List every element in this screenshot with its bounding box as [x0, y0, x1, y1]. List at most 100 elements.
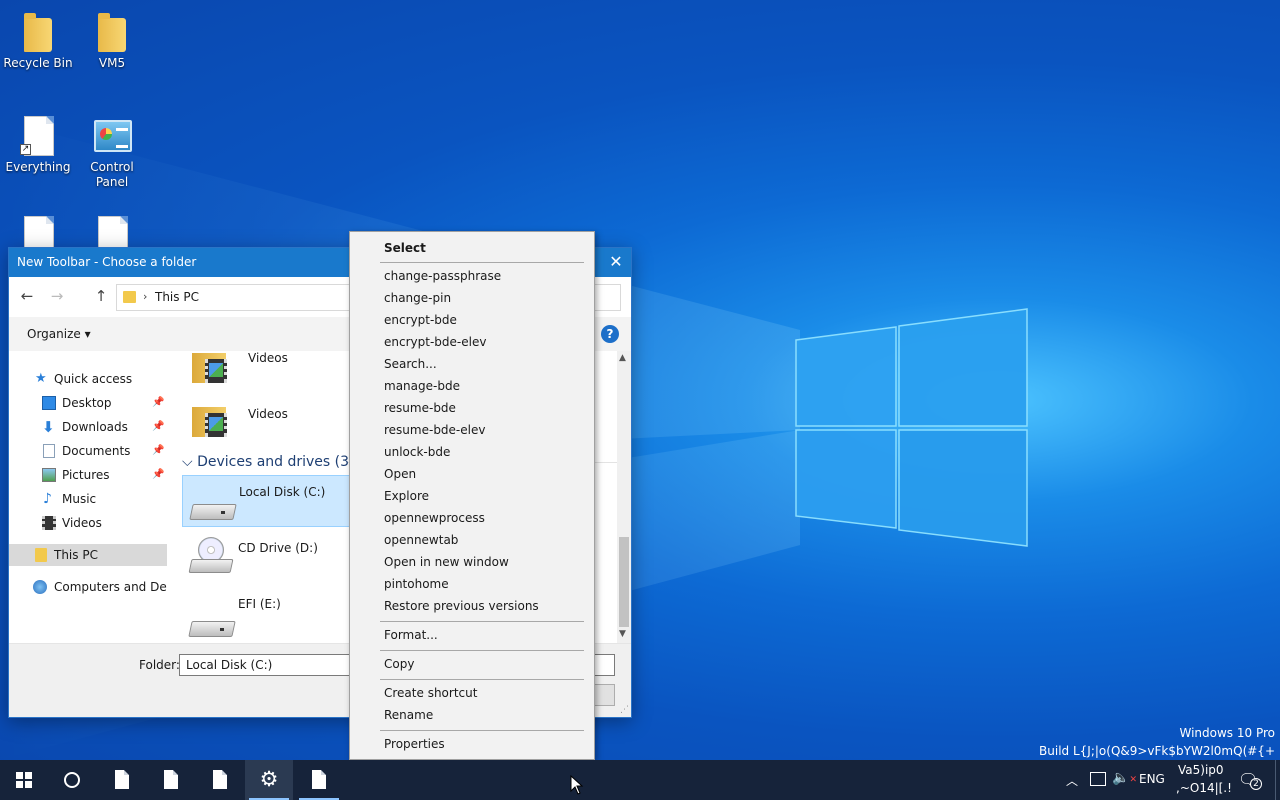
group-heading-devices[interactable]: ⌵ Devices and drives (3)	[182, 454, 355, 470]
folder-icon	[123, 291, 136, 303]
star-icon: ★	[35, 371, 47, 386]
nav-item-label: Downloads	[62, 420, 128, 434]
menu-item[interactable]: resume-bde-elev	[384, 422, 485, 438]
close-button[interactable]: ✕	[601, 248, 631, 277]
action-center-button[interactable]: 🗨 2	[1238, 770, 1262, 790]
folder-item-label: Videos	[248, 351, 288, 365]
menu-item[interactable]: opennewprocess	[384, 510, 485, 526]
menu-item-select[interactable]: Select	[384, 240, 426, 256]
document-icon	[43, 444, 55, 458]
desktop-icon-label: Control Panel	[90, 160, 134, 189]
desktop-icon-everything[interactable]: ↗ Everything	[0, 114, 76, 175]
desktop-icon-vm5[interactable]: VM5	[74, 10, 150, 71]
menu-item[interactable]: encrypt-bde-elev	[384, 334, 486, 350]
menu-item[interactable]: change-passphrase	[384, 268, 501, 284]
nav-item-documents[interactable]: Documents 📌	[9, 440, 167, 462]
taskbar-app-2[interactable]	[147, 760, 195, 800]
menu-item[interactable]: opennewtab	[384, 532, 458, 548]
file-icon	[164, 770, 178, 789]
menu-item-rename[interactable]: Rename	[384, 707, 433, 723]
pictures-icon	[42, 468, 56, 482]
nav-item-pictures[interactable]: Pictures 📌	[9, 464, 167, 486]
scroll-up-icon[interactable]: ▲	[619, 353, 626, 363]
chevron-right-icon[interactable]: ›	[143, 290, 147, 303]
start-button[interactable]	[0, 760, 48, 800]
nav-item-downloads[interactable]: ⬇ Downloads 📌	[9, 416, 167, 438]
desktop-icon-label: VM5	[98, 56, 126, 70]
back-arrow-icon[interactable]: ←	[17, 287, 37, 305]
shortcut-arrow-icon: ↗	[20, 144, 31, 155]
search-button[interactable]	[48, 760, 96, 800]
help-icon[interactable]: ?	[601, 325, 619, 343]
drive-item-efi[interactable]: EFI (E:)	[182, 591, 362, 641]
volume-muted-icon[interactable]: 🔈✕	[1112, 770, 1137, 800]
menu-item[interactable]: unlock-bde	[384, 444, 450, 460]
nav-item-quick-access[interactable]: ★ Quick access	[9, 368, 167, 390]
menu-item[interactable]: manage-bde	[384, 378, 460, 394]
network-icon[interactable]	[1090, 772, 1106, 786]
menu-item-properties[interactable]: Properties	[384, 736, 445, 752]
menu-item[interactable]: Open	[384, 466, 416, 482]
menu-item[interactable]: Open in new window	[384, 554, 509, 570]
nav-item-desktop[interactable]: Desktop 📌	[9, 392, 167, 414]
address-path[interactable]: This PC	[155, 290, 199, 304]
pin-icon[interactable]: 📌	[152, 416, 164, 438]
windows-start-icon	[16, 772, 32, 788]
music-note-icon: ♪	[43, 491, 52, 507]
menu-item-format[interactable]: Format...	[384, 627, 438, 643]
pin-icon[interactable]: 📌	[152, 392, 164, 414]
nav-item-label: Quick access	[54, 372, 133, 386]
folder-icon	[98, 13, 126, 52]
pin-icon[interactable]: 📌	[152, 440, 164, 462]
show-desktop-button[interactable]	[1275, 760, 1276, 800]
mute-x-icon: ✕	[1129, 775, 1137, 785]
menu-item[interactable]: Restore previous versions	[384, 598, 539, 614]
clock-date[interactable]: ,~O14|[.!	[1176, 781, 1232, 800]
scroll-down-icon[interactable]: ▼	[619, 629, 626, 639]
nav-item-label: Music	[62, 492, 97, 506]
language-indicator[interactable]: ENG	[1139, 772, 1165, 800]
menu-separator	[380, 650, 584, 651]
scrollbar-thumb[interactable]	[619, 537, 629, 627]
desktop-icon-recycle-bin[interactable]: Recycle Bin	[0, 10, 76, 71]
taskbar-app-4[interactable]	[295, 760, 343, 800]
menu-item[interactable]: resume-bde	[384, 400, 456, 416]
drive-item-local-disk[interactable]: Local Disk (C:)	[182, 475, 362, 527]
film-icon	[42, 516, 56, 530]
up-arrow-icon[interactable]: ↑	[91, 287, 111, 305]
video-folder-icon	[192, 401, 230, 439]
drive-label: Local Disk (C:)	[239, 485, 326, 499]
menu-item[interactable]: change-pin	[384, 290, 451, 306]
menu-item-create-shortcut[interactable]: Create shortcut	[384, 685, 477, 701]
nav-item-network[interactable]: Computers and Devices	[9, 576, 167, 598]
hard-drive-icon	[189, 496, 235, 522]
nav-item-music[interactable]: ♪ Music	[9, 488, 167, 510]
folder-item-videos-1[interactable]: Videos	[192, 351, 312, 389]
pin-icon[interactable]: 📌	[152, 464, 164, 486]
menu-item[interactable]: Explore	[384, 488, 429, 504]
drive-item-cd-drive[interactable]: CD Drive (D:)	[182, 533, 362, 585]
forward-arrow-icon[interactable]: →	[47, 287, 67, 305]
folder-item-videos-2[interactable]: Videos	[192, 397, 312, 441]
taskbar-app-1[interactable]	[98, 760, 146, 800]
organize-button[interactable]: Organize ▾	[27, 327, 91, 341]
nav-item-videos[interactable]: Videos	[9, 512, 167, 534]
menu-item[interactable]: Search...	[384, 356, 437, 372]
navigation-pane: ★ Quick access Desktop 📌 ⬇ Downloads 📌 D…	[9, 368, 167, 643]
download-arrow-icon: ⬇	[42, 418, 55, 436]
taskbar-app-3[interactable]	[196, 760, 244, 800]
desktop-icon-control-panel[interactable]: Control Panel	[74, 114, 150, 190]
gear-icon: ⚙	[259, 767, 279, 791]
taskbar-settings[interactable]: ⚙	[245, 760, 293, 800]
file-icon	[213, 770, 227, 789]
watermark-build: Build L{J;|o(Q&9>vFk$bYW2l0mQ(#{+	[1039, 744, 1275, 758]
resize-grip-icon[interactable]: ⋰	[620, 705, 629, 715]
vertical-scrollbar[interactable]: ▲ ▼	[617, 351, 631, 643]
menu-item[interactable]: pintohome	[384, 576, 449, 592]
chevron-up-icon[interactable]: ︿	[1066, 772, 1078, 800]
menu-separator	[380, 621, 584, 622]
menu-item[interactable]: encrypt-bde	[384, 312, 457, 328]
menu-item-copy[interactable]: Copy	[384, 656, 414, 672]
notification-badge: 2	[1250, 778, 1262, 790]
nav-item-this-pc[interactable]: This PC	[9, 544, 167, 566]
